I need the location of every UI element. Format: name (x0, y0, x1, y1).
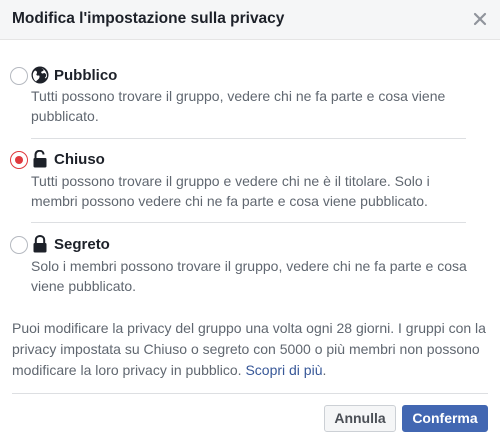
dialog-header: Modifica l'impostazione sulla privacy (0, 0, 500, 40)
globe-icon (31, 66, 49, 84)
divider (31, 222, 466, 223)
privacy-option-public[interactable]: Pubblico Tutti possono trovare il gruppo… (0, 66, 500, 126)
radio-closed[interactable] (10, 151, 28, 169)
option-label-closed: Chiuso (54, 151, 105, 168)
learn-more-link[interactable]: Scopri di più (245, 362, 322, 378)
option-label-secret: Segreto (54, 236, 110, 253)
radio-secret[interactable] (10, 236, 28, 254)
option-description-closed: Tutti possono trovare il gruppo e vedere… (31, 173, 430, 209)
option-description-secret: Solo i membri possono trovare il gruppo,… (31, 258, 467, 294)
option-label-public: Pubblico (54, 67, 118, 84)
unlocked-padlock-icon (33, 150, 47, 168)
info-trailing: . (322, 362, 327, 378)
divider (31, 138, 466, 139)
privacy-info-text: Puoi modificare la privacy del gruppo un… (12, 318, 490, 381)
locked-padlock-icon (33, 235, 47, 253)
footer-divider (12, 393, 488, 394)
option-description-public: Tutti possono trovare il gruppo, vedere … (31, 88, 446, 124)
privacy-option-closed[interactable]: Chiuso Tutti possono trovare il gruppo e… (0, 150, 500, 210)
dialog-title: Modifica l'impostazione sulla privacy (12, 10, 285, 27)
privacy-option-secret[interactable]: Segreto Solo i membri possono trovare il… (0, 235, 500, 295)
close-icon[interactable] (472, 11, 488, 27)
cancel-button[interactable]: Annulla (324, 405, 396, 432)
confirm-button[interactable]: Conferma (402, 405, 488, 432)
radio-public[interactable] (10, 67, 28, 85)
